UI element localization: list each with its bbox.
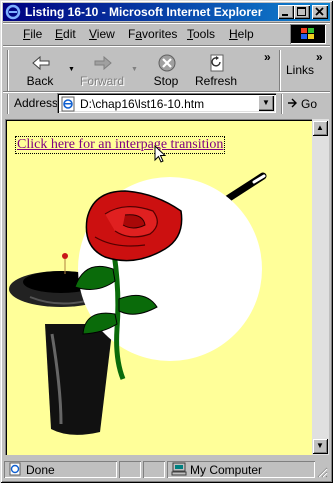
back-dropdown-icon[interactable]: ▼: [68, 66, 75, 73]
menu-edit[interactable]: Edit: [55, 27, 76, 41]
windows-logo-throbber: [290, 24, 326, 44]
links-more-chevron[interactable]: »: [316, 50, 323, 64]
address-value[interactable]: D:\chap16\lst16-10.htm: [80, 97, 204, 111]
menu-tools[interactable]: Tools: [187, 27, 215, 41]
links-separator: [279, 50, 281, 92]
status-pane-2: [119, 461, 141, 478]
arrow-down-icon: ▼: [316, 441, 324, 450]
close-button[interactable]: [312, 5, 328, 19]
back-button[interactable]: Back: [14, 52, 66, 92]
scroll-up-button[interactable]: ▲: [312, 120, 328, 136]
interpage-transition-link[interactable]: Click here for an interpage transition: [14, 136, 226, 154]
menu-favorites[interactable]: Favorites: [128, 27, 177, 41]
menu-view[interactable]: View: [89, 27, 115, 41]
maximize-button[interactable]: [294, 5, 310, 19]
toolbar-grip: [7, 50, 9, 92]
menu-help[interactable]: Help: [229, 27, 254, 41]
chevron-down-icon: ▼: [262, 98, 270, 107]
forward-arrow-icon: [94, 55, 112, 71]
resize-grip-icon[interactable]: [316, 466, 328, 478]
status-text: Done: [26, 463, 55, 477]
minimize-icon: [282, 14, 288, 16]
magic-hat-rose-image: [9, 172, 267, 435]
zone-text: My Computer: [190, 463, 263, 477]
close-icon: [315, 7, 324, 16]
go-arrow-icon: [288, 98, 297, 108]
title-bar[interactable]: Listing 16-10 - Microsoft Internet Explo…: [3, 3, 330, 21]
links-button[interactable]: Links: [286, 63, 314, 77]
mouse-cursor-icon: [154, 145, 167, 163]
page-content: [5, 119, 312, 455]
scroll-down-button[interactable]: ▼: [312, 438, 328, 454]
my-computer-icon: [171, 462, 187, 476]
window-title: Listing 16-10 - Microsoft Internet Explo…: [25, 5, 263, 19]
toolbar-more-chevron[interactable]: »: [264, 50, 271, 64]
maximize-icon: [297, 7, 306, 16]
arrow-up-icon: ▲: [316, 123, 324, 132]
status-pane-3: [143, 461, 165, 478]
back-arrow-icon: [32, 55, 50, 71]
toolbar-separator: [3, 45, 330, 47]
menu-bar: File Edit View Favorites Tools Help: [3, 24, 330, 44]
page-done-icon: [9, 462, 21, 476]
address-label: Address: [14, 96, 59, 110]
stop-button[interactable]: Stop: [140, 52, 192, 92]
go-button[interactable]: Go: [287, 97, 317, 111]
minimize-button[interactable]: [278, 5, 294, 19]
vertical-scrollbar[interactable]: [312, 119, 329, 455]
go-separator: [281, 94, 283, 114]
page-icon: [61, 96, 75, 112]
windows-flag-icon: [301, 28, 314, 39]
address-dropdown-button[interactable]: ▼: [258, 95, 274, 111]
address-grip: [7, 94, 9, 114]
menu-file[interactable]: File: [23, 27, 42, 41]
stop-icon: [158, 54, 176, 72]
ie-logo-icon: [5, 4, 21, 20]
forward-dropdown-icon[interactable]: ▼: [131, 66, 138, 73]
forward-button[interactable]: Forward: [76, 52, 128, 92]
refresh-icon: [210, 54, 224, 72]
refresh-button[interactable]: Refresh: [190, 52, 242, 92]
